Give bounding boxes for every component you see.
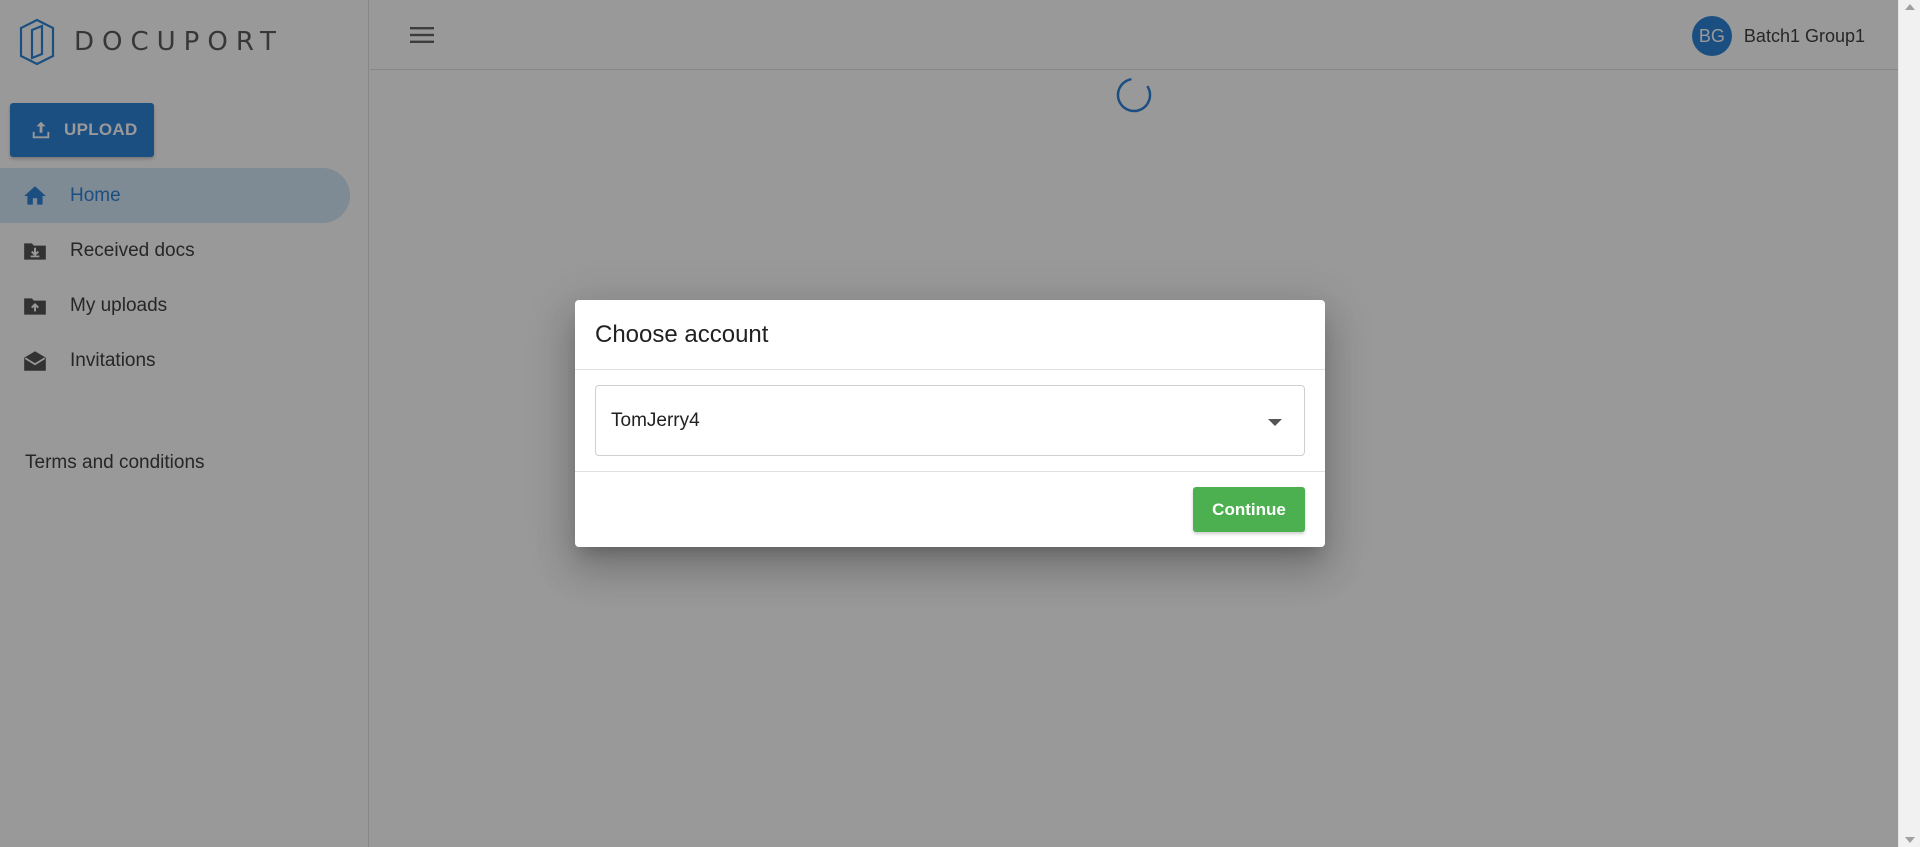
dialog-body: TomJerry4 <box>575 370 1325 472</box>
dialog-actions: Continue <box>575 472 1325 547</box>
chevron-down-icon[interactable] <box>1268 419 1282 426</box>
continue-button[interactable]: Continue <box>1193 487 1305 532</box>
scroll-down-arrow-icon[interactable] <box>1905 837 1915 843</box>
dialog-title: Choose account <box>575 300 1325 370</box>
account-select[interactable]: TomJerry4 <box>595 385 1305 456</box>
account-select-value: TomJerry4 <box>611 409 700 431</box>
scroll-up-arrow-icon[interactable] <box>1905 4 1915 10</box>
page-scrollbar[interactable] <box>1898 0 1920 847</box>
choose-account-dialog: Choose account TomJerry4 Continue <box>575 300 1325 547</box>
